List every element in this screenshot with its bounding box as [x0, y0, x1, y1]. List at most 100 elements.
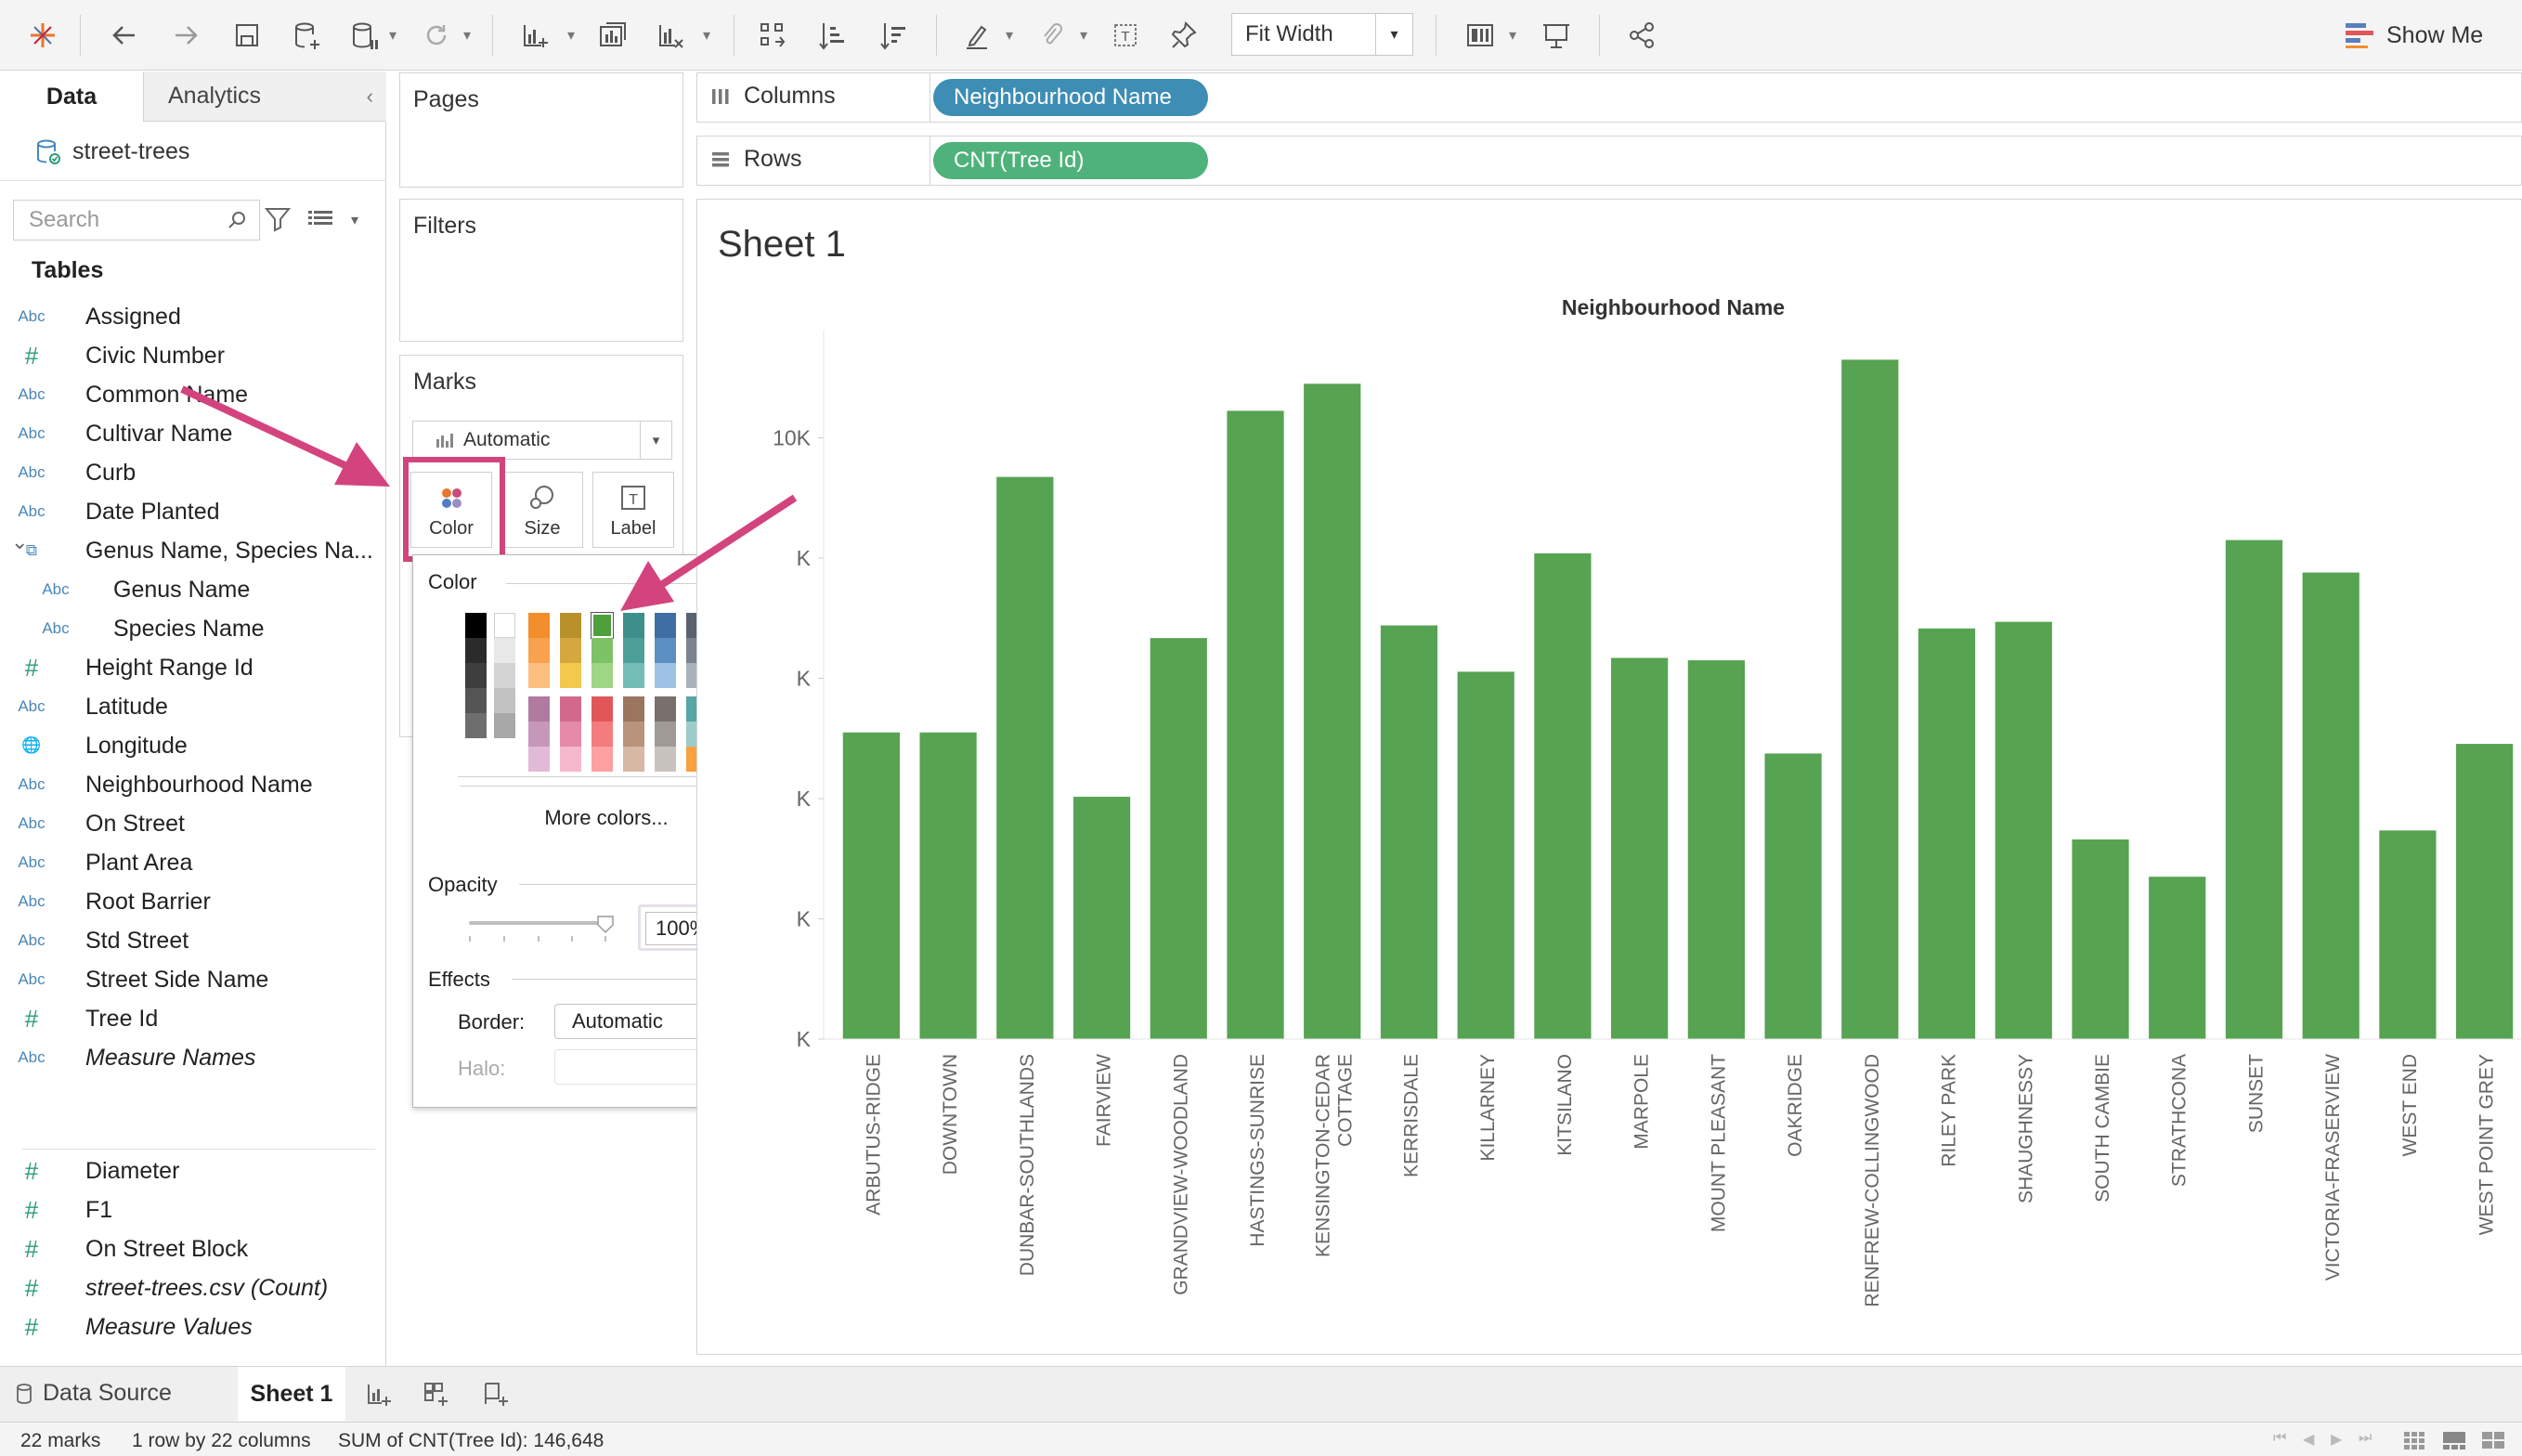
color-swatch[interactable] [528, 696, 550, 722]
show-mark-labels-icon[interactable]: T [1103, 13, 1148, 58]
gray-swatch[interactable] [494, 613, 515, 638]
prev-page-icon[interactable]: ◀ [2303, 1430, 2314, 1449]
pages-card[interactable]: Pages [399, 72, 683, 188]
field-item[interactable]: # Diameter [0, 1154, 381, 1188]
field-item[interactable]: Abc Common Name [0, 378, 381, 411]
filmstrip-view-icon[interactable] [2442, 1430, 2466, 1450]
clear-sheet-caret[interactable]: ▾ [698, 13, 715, 58]
field-item[interactable]: Abc Latitude [0, 690, 381, 723]
color-swatch[interactable] [560, 696, 581, 722]
tabs-view-icon[interactable] [2481, 1430, 2505, 1450]
field-item[interactable]: Abc Measure Names [0, 1041, 381, 1074]
tab-analytics[interactable]: Analytics ‹ [143, 72, 386, 122]
group-members-icon[interactable] [1029, 13, 1073, 58]
undo-icon[interactable] [102, 13, 147, 58]
field-item[interactable]: # Measure Values [0, 1310, 381, 1344]
gray-swatch[interactable] [465, 613, 487, 638]
color-swatch[interactable] [560, 722, 581, 747]
tab-data-source[interactable]: Data Source [15, 1380, 172, 1407]
tab-data[interactable]: Data [0, 72, 143, 122]
view-options-caret[interactable]: ▾ [351, 211, 358, 229]
redo-icon[interactable] [163, 13, 208, 58]
group-caret[interactable]: ▾ [1075, 13, 1092, 58]
highlight-icon[interactable] [955, 13, 999, 58]
datasource-item[interactable]: street-trees [35, 136, 189, 166]
refresh-dropdown-caret[interactable]: ▾ [459, 13, 475, 58]
swatch-selected[interactable] [591, 612, 614, 639]
field-item[interactable]: Abc Genus Name [0, 573, 381, 606]
gray-swatch[interactable] [494, 688, 515, 713]
last-page-icon[interactable]: ⏭ [2359, 1430, 2372, 1447]
mark-type-select[interactable]: Automatic ▾ [412, 421, 672, 460]
columns-shelf[interactable]: Columns Neighbourhood Name [696, 72, 2522, 123]
color-swatch[interactable] [592, 638, 613, 663]
field-item[interactable]: Abc Date Planted [0, 495, 381, 528]
gray-swatch[interactable] [465, 688, 487, 713]
color-swatch[interactable] [592, 747, 613, 772]
field-item[interactable]: # Height Range Id [0, 651, 381, 684]
color-swatch[interactable] [592, 663, 613, 688]
fix-axes-pin-icon[interactable] [1163, 13, 1207, 58]
new-worksheet-tab-icon[interactable] [364, 1380, 394, 1410]
color-swatch[interactable] [655, 613, 676, 638]
next-page-icon[interactable]: ▶ [2331, 1430, 2342, 1449]
field-item[interactable]: 🌐 Longitude [0, 729, 381, 762]
field-item[interactable]: Abc Root Barrier [0, 885, 381, 918]
save-icon[interactable] [225, 13, 269, 58]
search-input[interactable]: Search [13, 200, 260, 240]
color-swatch[interactable] [592, 696, 613, 722]
rows-shelf[interactable]: Rows CNT(Tree Id) [696, 136, 2522, 186]
color-swatch[interactable] [623, 722, 644, 747]
gray-swatch[interactable] [465, 713, 487, 738]
field-item[interactable]: Abc Curb [0, 456, 381, 489]
color-swatch[interactable] [560, 613, 581, 638]
grid-view-icon[interactable] [2403, 1430, 2427, 1450]
field-item[interactable]: Abc Assigned [0, 300, 381, 333]
field-item[interactable]: # Civic Number [0, 339, 381, 372]
gray-swatch[interactable] [494, 713, 515, 738]
filter-icon[interactable] [264, 205, 292, 233]
swap-rows-columns-icon[interactable] [750, 13, 795, 58]
opacity-slider[interactable] [469, 921, 604, 925]
field-item[interactable]: Abc Street Side Name [0, 963, 381, 996]
color-swatch[interactable] [528, 638, 550, 663]
tableau-logo-icon[interactable] [20, 13, 65, 58]
pause-updates-icon[interactable] [342, 13, 386, 58]
gray-swatch[interactable] [465, 638, 487, 663]
pause-dropdown-caret[interactable]: ▾ [384, 13, 401, 58]
field-item[interactable]: ⧉ Genus Name, Species Na... ⌄ [0, 530, 381, 567]
color-swatch[interactable] [623, 696, 644, 722]
color-swatch[interactable] [560, 747, 581, 772]
color-swatch[interactable] [592, 722, 613, 747]
share-icon[interactable] [1619, 13, 1664, 58]
gray-swatch[interactable] [494, 663, 515, 688]
color-swatch[interactable] [623, 747, 644, 772]
color-swatch[interactable] [655, 638, 676, 663]
highlight-caret[interactable]: ▾ [1001, 13, 1018, 58]
field-item[interactable]: # street-trees.csv (Count) [0, 1271, 381, 1305]
color-swatch[interactable] [528, 747, 550, 772]
sort-descending-icon[interactable] [871, 13, 916, 58]
list-view-icon[interactable] [306, 207, 334, 231]
color-swatch[interactable] [623, 613, 644, 638]
field-item[interactable]: Abc Plant Area [0, 846, 381, 879]
color-swatch[interactable] [655, 696, 676, 722]
color-swatch[interactable] [528, 613, 550, 638]
color-swatch[interactable] [655, 722, 676, 747]
sort-ascending-icon[interactable] [810, 13, 854, 58]
color-swatch[interactable] [623, 638, 644, 663]
field-item[interactable]: # Tree Id [0, 1002, 381, 1035]
color-swatch[interactable] [560, 663, 581, 688]
refresh-icon[interactable] [414, 13, 459, 58]
first-page-icon[interactable]: ⏮ [2273, 1430, 2286, 1447]
new-worksheet-icon[interactable] [513, 13, 557, 58]
new-worksheet-caret[interactable]: ▾ [563, 13, 579, 58]
color-swatch[interactable] [560, 638, 581, 663]
field-item[interactable]: Abc Std Street [0, 924, 381, 957]
new-dashboard-tab-icon[interactable] [422, 1380, 451, 1410]
duplicate-sheet-icon[interactable] [591, 13, 635, 58]
gray-swatch[interactable] [494, 638, 515, 663]
chevron-down-icon[interactable]: ▾ [1375, 14, 1412, 55]
collapse-pane-icon[interactable]: ‹ [367, 84, 373, 109]
field-item[interactable]: # On Street Block [0, 1232, 381, 1266]
